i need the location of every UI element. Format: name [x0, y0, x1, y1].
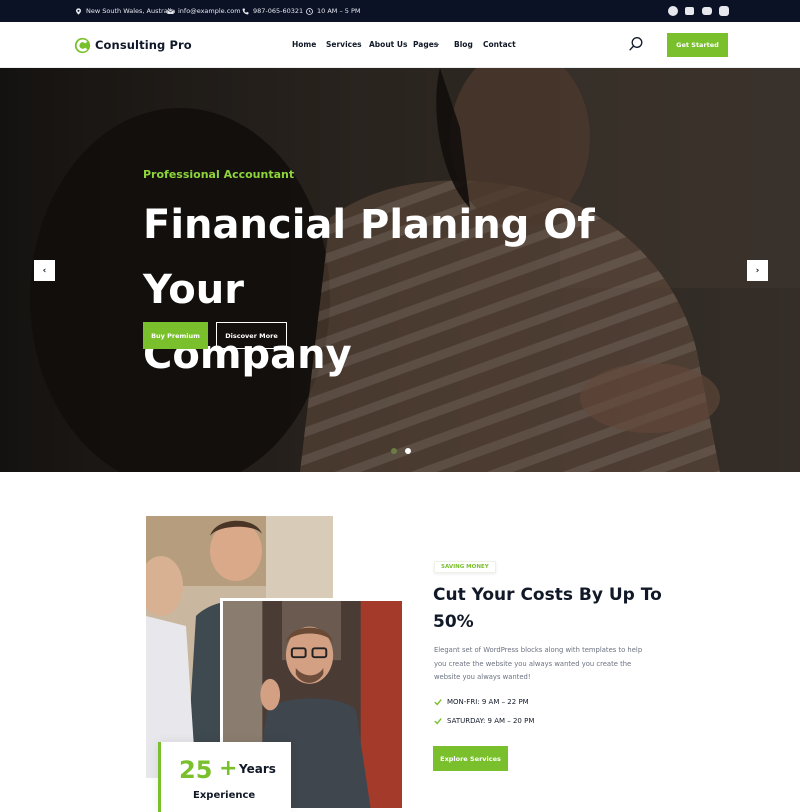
- twitter-icon[interactable]: [685, 7, 694, 15]
- site-header: Consulting Pro Home Services About Us Pa…: [0, 22, 800, 68]
- schedule-item: SATURDAY: 9 AM – 20 PM: [434, 716, 534, 726]
- about-section: 25 + Years Experience SAVING MONEY Cut Y…: [0, 472, 800, 812]
- top-info-bar: New South Wales, Australia info@example.…: [0, 0, 800, 22]
- experience-number: 25: [179, 756, 213, 784]
- buy-premium-button[interactable]: Buy Premium: [143, 322, 208, 349]
- about-description: Elegant set of WordPress blocks along wi…: [434, 646, 643, 681]
- slide-dot-1[interactable]: [391, 448, 397, 454]
- chevron-left-icon[interactable]: ‹: [34, 260, 55, 281]
- hero-title: Financial Planing Of Your Company: [143, 193, 703, 388]
- hero-title-line-1: Financial Planing Of Your: [143, 202, 595, 313]
- schedule-weekday: MON-FRI: 9 AM – 22 PM: [447, 698, 529, 706]
- phone-info[interactable]: 987-065-60321: [242, 0, 303, 22]
- location-text: New South Wales, Australia: [86, 7, 176, 15]
- nav-services[interactable]: Services: [326, 40, 362, 49]
- about-title: Cut Your Costs By Up To 50%: [433, 585, 662, 632]
- nav-about-us[interactable]: About Us: [369, 40, 407, 49]
- experience-label: Experience: [193, 790, 256, 801]
- location-info: New South Wales, Australia: [75, 0, 175, 22]
- nav-blog[interactable]: Blog: [454, 40, 473, 49]
- facebook-icon[interactable]: [668, 6, 678, 16]
- experience-card: 25 + Years Experience: [158, 742, 291, 812]
- schedule-item: MON-FRI: 9 AM – 22 PM: [434, 697, 529, 707]
- brand-name: Consulting Pro: [95, 38, 192, 52]
- search-icon[interactable]: [628, 36, 644, 52]
- explore-services-button[interactable]: Explore Services: [433, 746, 508, 771]
- nav-contact[interactable]: Contact: [483, 40, 516, 49]
- experience-plus: +: [219, 756, 238, 781]
- phone-icon: [242, 8, 249, 14]
- email-text[interactable]: info@example.com: [178, 7, 241, 15]
- hero-eyebrow: Professional Accountant: [143, 168, 295, 181]
- map-pin-icon: [75, 7, 82, 15]
- slide-dot-2[interactable]: [405, 448, 411, 454]
- chevron-right-icon[interactable]: ›: [747, 260, 768, 281]
- chevron-down-icon: ⌄: [436, 41, 441, 47]
- experience-unit: Years: [239, 762, 276, 776]
- check-icon: [434, 718, 442, 725]
- email-info[interactable]: info@example.com: [167, 0, 241, 22]
- schedule-saturday: SATURDAY: 9 AM – 20 PM: [447, 717, 535, 725]
- discover-more-button[interactable]: Discover More: [216, 322, 287, 349]
- envelope-icon: [167, 8, 174, 14]
- section-badge: SAVING MONEY: [434, 561, 496, 573]
- youtube-icon[interactable]: [702, 7, 712, 15]
- hours-text: 10 AM – 5 PM: [317, 7, 361, 15]
- hero-slider: Professional Accountant Financial Planin…: [0, 68, 800, 472]
- logo-mark-icon: [74, 37, 91, 53]
- hours-info: 10 AM – 5 PM: [306, 0, 361, 22]
- instagram-icon[interactable]: [719, 6, 729, 16]
- phone-text[interactable]: 987-065-60321: [253, 7, 303, 15]
- clock-icon: [306, 7, 313, 15]
- nav-pages[interactable]: Pages: [413, 40, 438, 49]
- nav-home[interactable]: Home: [292, 40, 316, 49]
- check-icon: [434, 699, 442, 706]
- brand-logo[interactable]: Consulting Pro: [74, 36, 192, 54]
- get-started-button[interactable]: Get Started: [667, 33, 728, 57]
